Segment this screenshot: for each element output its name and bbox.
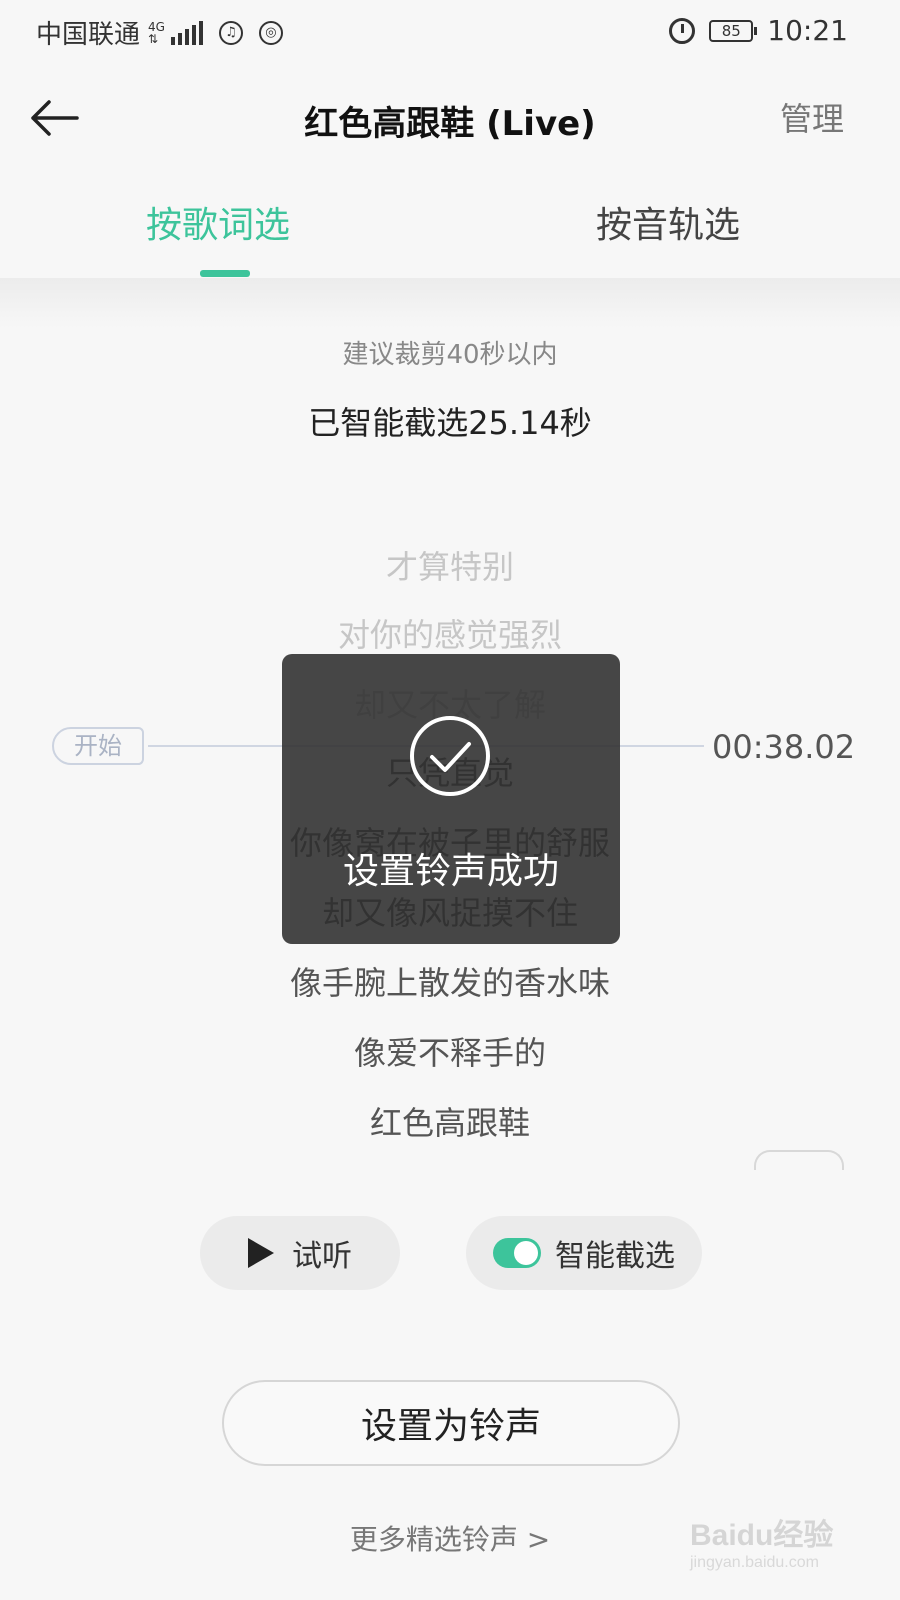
preview-button[interactable]: 试听 xyxy=(200,1216,400,1290)
status-time: 10:21 xyxy=(767,14,848,47)
lyric-line[interactable]: 对你的感觉强烈 xyxy=(0,610,900,656)
watermark-url: jingyan.baidu.com xyxy=(690,1554,819,1571)
status-bar: 中国联通 4G ⇅ ♫ ◎ 85 10:21 xyxy=(0,0,900,62)
tab-by-lyrics[interactable]: 按歌词选 xyxy=(146,196,290,248)
success-toast: 设置铃声成功 xyxy=(282,654,620,944)
network-type: 4G ⇅ xyxy=(148,19,165,46)
lyric-line[interactable]: 红色高跟鞋 xyxy=(0,1098,900,1144)
tab-bar: 按歌词选 按音轨选 xyxy=(0,180,900,276)
music-app-icon: ◎ xyxy=(258,20,283,45)
start-marker[interactable]: 开始 xyxy=(52,726,144,766)
alarm-icon xyxy=(669,17,696,44)
clip-hint: 建议裁剪40秒以内 xyxy=(342,340,558,370)
carrier-name: 中国联通 xyxy=(36,20,141,50)
start-marker-label[interactable]: 开始 xyxy=(52,727,144,765)
status-right: 85 10:21 xyxy=(669,14,848,47)
toast-message: 设置铃声成功 xyxy=(342,851,559,892)
battery-icon: 85 xyxy=(709,19,758,42)
status-left: 中国联通 4G ⇅ ♫ ◎ xyxy=(36,14,283,51)
lyric-line[interactable]: 像手腕上散发的香水味 xyxy=(0,958,900,1004)
notification-icon: ♫ xyxy=(218,20,243,45)
check-circle-icon xyxy=(410,716,490,796)
lyric-line[interactable]: 像爱不释手的 xyxy=(0,1028,900,1074)
end-marker-handle[interactable] xyxy=(754,1150,844,1170)
signal-icon xyxy=(170,20,203,45)
end-time: 00:38.02 xyxy=(712,728,856,766)
divider-shadow xyxy=(0,278,900,328)
smart-clip-button[interactable]: 智能截选 xyxy=(466,1216,702,1290)
set-ringtone-button[interactable]: 设置为铃声 xyxy=(222,1380,680,1466)
smart-clip-toggle[interactable] xyxy=(493,1238,541,1268)
tab-by-track[interactable]: 按音轨选 xyxy=(596,196,740,248)
header: 红色高跟鞋 (Live) 管理 xyxy=(0,70,900,170)
tab-indicator xyxy=(200,270,250,277)
lyric-line[interactable]: 才算特别 xyxy=(0,542,900,588)
page-title: 红色高跟鞋 (Live) xyxy=(304,104,596,144)
watermark-logo: Baidu经验 xyxy=(690,1519,834,1552)
clip-selected-info: 已智能截选25.14秒 xyxy=(308,404,592,442)
smart-clip-label: 智能截选 xyxy=(555,1239,675,1274)
watermark: Baidu经验 jingyan.baidu.com xyxy=(690,1510,860,1580)
preview-label: 试听 xyxy=(292,1239,352,1274)
manage-button[interactable]: 管理 xyxy=(780,94,844,140)
play-icon xyxy=(248,1238,274,1268)
